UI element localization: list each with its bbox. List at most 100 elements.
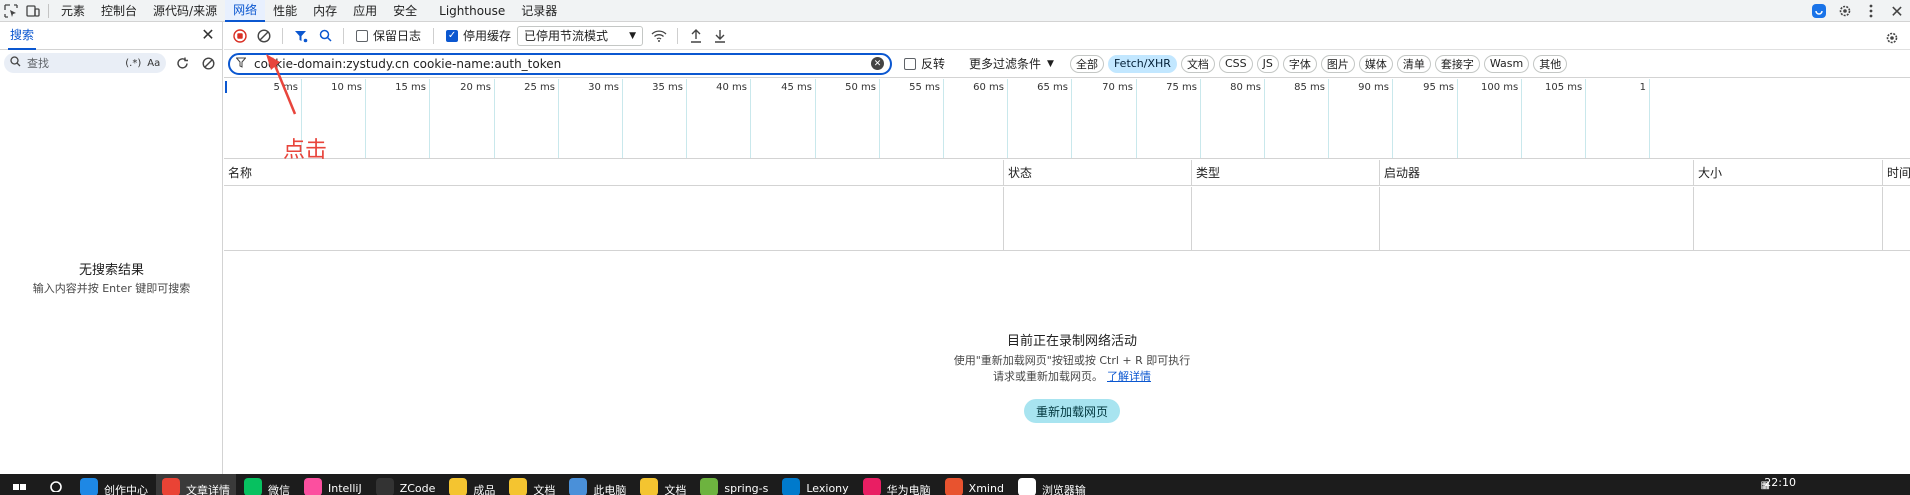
- filter-chip-fetch-xhr[interactable]: Fetch/XHR: [1107, 54, 1177, 73]
- taskbar-app-item[interactable]: 文档: [503, 474, 561, 495]
- tab-lighthouse[interactable]: Lighthouse: [431, 0, 513, 22]
- invert-checkbox[interactable]: 反转: [904, 55, 945, 72]
- more-options-icon[interactable]: [1858, 0, 1884, 22]
- filter-chip-img[interactable]: 图片: [1320, 54, 1355, 73]
- clear-search-icon[interactable]: [198, 53, 218, 73]
- inspect-element-icon[interactable]: [0, 0, 22, 22]
- import-har-icon[interactable]: [684, 24, 708, 48]
- taskbar-app-item[interactable]: 华为电脑: [857, 474, 937, 495]
- column-header-type[interactable]: 类型: [1191, 160, 1379, 186]
- filter-chip-socket[interactable]: 套接字: [1434, 54, 1480, 73]
- match-case-toggle[interactable]: Aa: [147, 58, 160, 69]
- preserve-log-checkbox[interactable]: 保留日志: [356, 27, 421, 44]
- taskbar-app-item[interactable]: Xmind: [939, 474, 1010, 495]
- column-header-time[interactable]: 时间: [1882, 160, 1910, 186]
- timeline-tick-label: 40 ms: [716, 82, 747, 93]
- tab-elements[interactable]: 元素: [53, 0, 93, 22]
- start-menu-icon[interactable]: [0, 474, 40, 495]
- app-icon: [700, 478, 719, 495]
- column-divider: [1003, 187, 1004, 251]
- taskbar-app-item[interactable]: IntelliJ: [298, 474, 368, 495]
- taskbar-app-item[interactable]: ZCode: [370, 474, 442, 495]
- device-toolbar-icon[interactable]: [22, 0, 44, 22]
- taskbar-app-label: 文章详情: [186, 484, 230, 495]
- search-network-icon[interactable]: [313, 24, 337, 48]
- disable-cache-box[interactable]: ✓: [446, 29, 459, 42]
- tab-performance[interactable]: 性能: [265, 0, 305, 22]
- invert-box[interactable]: [904, 57, 916, 70]
- taskbar-app-item[interactable]: 此电脑: [563, 474, 632, 495]
- tab-console[interactable]: 控制台: [93, 0, 145, 22]
- settings-gear-icon[interactable]: [1832, 0, 1858, 22]
- column-header-size[interactable]: 大小: [1693, 160, 1882, 186]
- tab-application[interactable]: 应用: [345, 0, 385, 22]
- toolbar-divider: [433, 27, 435, 44]
- timeline-tick-label: 20 ms: [460, 82, 491, 93]
- record-stop-icon[interactable]: [228, 24, 252, 48]
- reload-page-button[interactable]: 重新加载网页: [1024, 399, 1120, 423]
- close-devtools-icon[interactable]: ✕: [1884, 0, 1910, 22]
- clear-filter-icon[interactable]: ✕: [871, 57, 884, 70]
- preserve-log-box[interactable]: [356, 29, 368, 42]
- filter-chip-other[interactable]: 其他: [1533, 54, 1568, 73]
- tab-sources[interactable]: 源代码/来源: [145, 0, 225, 22]
- annotation-arrow-icon: [266, 54, 297, 115]
- tab-security[interactable]: 安全: [385, 0, 425, 22]
- refresh-search-icon[interactable]: [172, 53, 192, 73]
- clear-log-icon[interactable]: [252, 24, 276, 48]
- timeline-tick-label: 60 ms: [973, 82, 1004, 93]
- filter-chip-font[interactable]: 字体: [1282, 54, 1317, 73]
- filter-chip-media[interactable]: 媒体: [1358, 54, 1393, 73]
- taskbar-app-item[interactable]: 文章详情: [156, 474, 236, 495]
- tab-search[interactable]: 搜索: [8, 22, 37, 50]
- taskbar-app-item[interactable]: 成品: [443, 474, 501, 495]
- timeline-tick-label: 50 ms: [845, 82, 876, 93]
- taskbar-search-icon[interactable]: [40, 474, 74, 495]
- column-divider: [1693, 187, 1694, 251]
- learn-more-link[interactable]: 了解详情: [1107, 370, 1151, 383]
- close-search-panel-icon[interactable]: ✕: [200, 27, 216, 43]
- tab-network[interactable]: 网络: [225, 0, 266, 22]
- filter-chip-doc[interactable]: 文档: [1180, 54, 1215, 73]
- chevron-down-icon: ▼: [1047, 58, 1054, 69]
- timeline-cursor[interactable]: [225, 81, 227, 93]
- app-icon: [80, 478, 98, 495]
- taskbar-app-item[interactable]: 创作中心: [74, 474, 154, 495]
- timeline-gridline: [879, 79, 880, 158]
- filter-chip-all[interactable]: 全部: [1069, 54, 1104, 73]
- taskbar-app-label: 华为电脑: [886, 484, 931, 495]
- network-conditions-icon[interactable]: [647, 24, 671, 48]
- timeline-overview[interactable]: 5 ms 10 ms 15 ms 20 ms 25 ms 30 ms 35 ms 40 ms 4…: [224, 79, 1910, 159]
- filter-chip-js[interactable]: JS: [1256, 54, 1279, 73]
- timeline-gridline: [1457, 79, 1458, 158]
- filter-chip-css[interactable]: CSS: [1218, 54, 1253, 73]
- disable-cache-checkbox[interactable]: ✓ 停用缓存: [446, 27, 511, 44]
- filter-funnel-icon[interactable]: [289, 24, 313, 48]
- search-input[interactable]: 查找 (.*) Aa: [4, 53, 167, 73]
- column-header-status[interactable]: 状态: [1003, 160, 1191, 186]
- filter-input[interactable]: cookie-domain:zystudy.cn cookie-name:aut…: [228, 52, 892, 75]
- taskbar-clock[interactable]: 22:10: [1764, 476, 1796, 489]
- tab-memory[interactable]: 内存: [305, 0, 345, 22]
- regex-toggle[interactable]: (.*): [125, 58, 141, 69]
- filter-chip-manifest[interactable]: 清单: [1396, 54, 1431, 73]
- app-icon: [244, 478, 262, 495]
- column-header-initiator[interactable]: 启动器: [1379, 160, 1693, 186]
- throttling-select[interactable]: 已停用节流模式 ▼: [517, 25, 644, 46]
- taskbar-app-item[interactable]: 浏览器输: [1012, 474, 1092, 495]
- taskbar-apps: 创作中心 文章详情 微信 IntelliJ ZCode 成品 文档 此电脑 文档 spring-s…: [74, 474, 1094, 495]
- taskbar-app-item[interactable]: spring-s: [694, 474, 774, 495]
- timeline-tick-label: 85 ms: [1294, 82, 1325, 93]
- filter-chip-wasm[interactable]: Wasm: [1483, 54, 1530, 73]
- column-header-name[interactable]: 名称: [224, 160, 1003, 186]
- more-filters-dropdown[interactable]: 更多过滤条件 ▼: [969, 55, 1054, 72]
- network-settings-icon[interactable]: [1880, 26, 1904, 50]
- taskbar-app-item[interactable]: 微信: [238, 474, 296, 495]
- timeline-gridline: [429, 79, 430, 158]
- export-har-icon[interactable]: [708, 24, 732, 48]
- tab-recorder[interactable]: 记录器: [513, 0, 565, 22]
- taskbar-app-item[interactable]: 文档: [634, 474, 692, 495]
- copilot-icon[interactable]: [1806, 0, 1832, 22]
- taskbar-app-item[interactable]: Lexiony: [776, 474, 854, 495]
- timeline-tick-label: 75 ms: [1166, 82, 1197, 93]
